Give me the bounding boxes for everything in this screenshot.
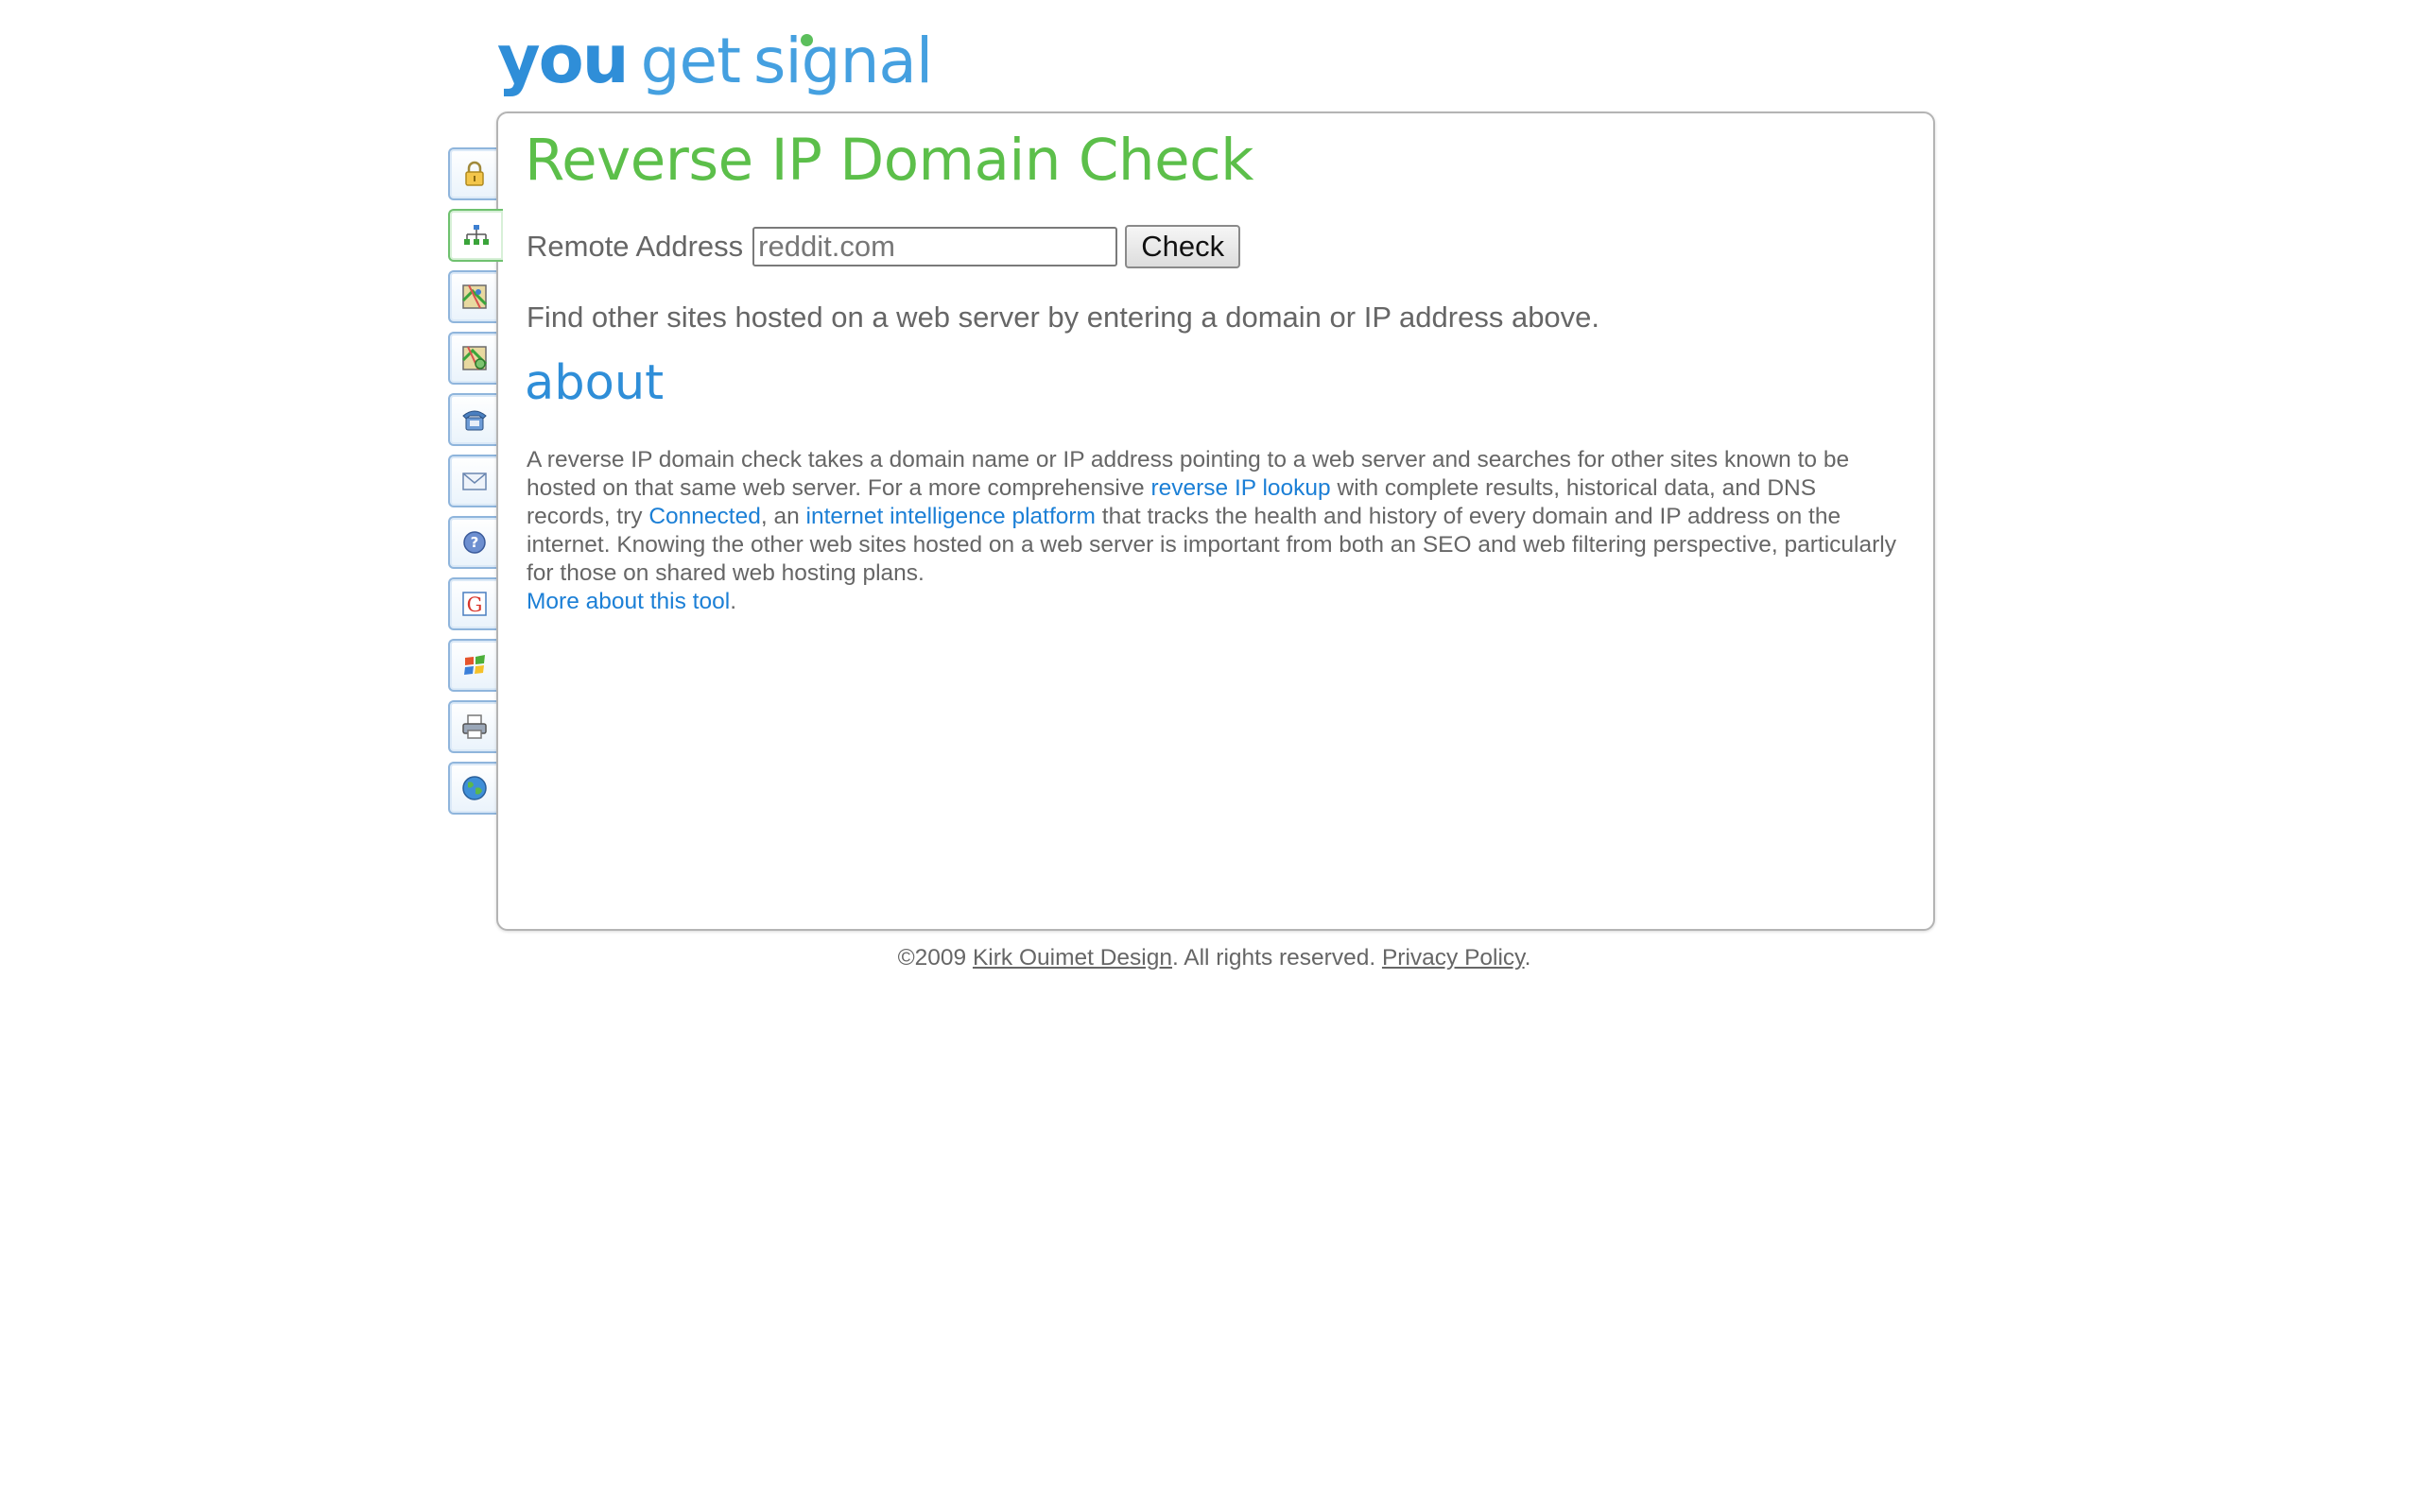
check-button[interactable]: Check — [1125, 225, 1241, 268]
privacy-policy-link[interactable]: Privacy Policy — [1382, 945, 1525, 971]
help-icon: ? — [463, 531, 486, 554]
about-heading: about — [525, 355, 665, 411]
printer-icon — [462, 714, 487, 739]
footer: ©2009 Kirk Ouimet Design. All rights res… — [0, 945, 2420, 971]
page-title: Reverse IP Domain Check — [525, 127, 1254, 194]
kirk-ouimet-design-link[interactable]: Kirk Ouimet Design — [973, 945, 1172, 971]
windows-icon — [464, 655, 485, 675]
remote-address-label: Remote Address — [527, 230, 744, 263]
remote-address-input[interactable] — [752, 227, 1118, 266]
svg-text:G: G — [467, 593, 483, 616]
globe-icon — [462, 776, 487, 800]
tab-globe[interactable] — [448, 762, 499, 815]
tab-printer[interactable] — [448, 700, 499, 753]
footer-copyright: ©2009 — [897, 945, 973, 971]
connected-link[interactable]: Connected — [648, 504, 761, 529]
tab-windows[interactable] — [448, 639, 499, 692]
tab-lock[interactable] — [448, 147, 499, 200]
reverse-ip-lookup-link[interactable]: reverse IP lookup — [1150, 475, 1330, 501]
main-panel: Reverse IP Domain Check Remote Address C… — [496, 112, 1935, 931]
more-about-line: More about this tool. — [527, 588, 736, 616]
tab-map-search[interactable] — [448, 332, 499, 385]
intro-text: Find other sites hosted on a web server … — [527, 301, 1600, 334]
logo-word-get: get — [640, 25, 741, 97]
about-text-part: , an — [760, 504, 806, 529]
lock-icon — [465, 161, 484, 186]
tab-help[interactable]: ? — [448, 516, 499, 569]
logo-word-signal-text: signal — [752, 25, 933, 97]
tab-phone[interactable] — [448, 393, 499, 446]
more-about-tool-link[interactable]: More about this tool — [527, 589, 730, 614]
map-icon — [461, 284, 488, 309]
logo-dot — [800, 34, 813, 46]
footer-rights: . All rights reserved. — [1171, 945, 1382, 971]
lookup-form: Remote Address Check — [527, 223, 1241, 270]
svg-text:?: ? — [471, 534, 479, 551]
google-icon: G — [462, 592, 487, 616]
tab-mail[interactable] — [448, 455, 499, 507]
mail-icon — [462, 472, 487, 490]
about-paragraph: A reverse IP domain check takes a domain… — [527, 446, 1903, 588]
tab-network[interactable] — [448, 209, 503, 262]
tab-map[interactable] — [448, 270, 499, 323]
tab-google[interactable]: G — [448, 577, 499, 630]
page: you get signal ? G Reverse IP Domain Che… — [0, 0, 2420, 1512]
network-icon — [464, 225, 489, 245]
phone-icon — [462, 410, 487, 431]
footer-end: . — [1524, 945, 1531, 971]
logo-word-signal: signal — [752, 25, 933, 97]
internet-intelligence-platform-link[interactable]: internet intelligence platform — [806, 504, 1096, 529]
more-about-suffix: . — [730, 589, 736, 614]
map-search-icon — [461, 346, 488, 370]
site-logo[interactable]: you get signal — [497, 21, 933, 106]
logo-word-you: you — [497, 21, 630, 98]
